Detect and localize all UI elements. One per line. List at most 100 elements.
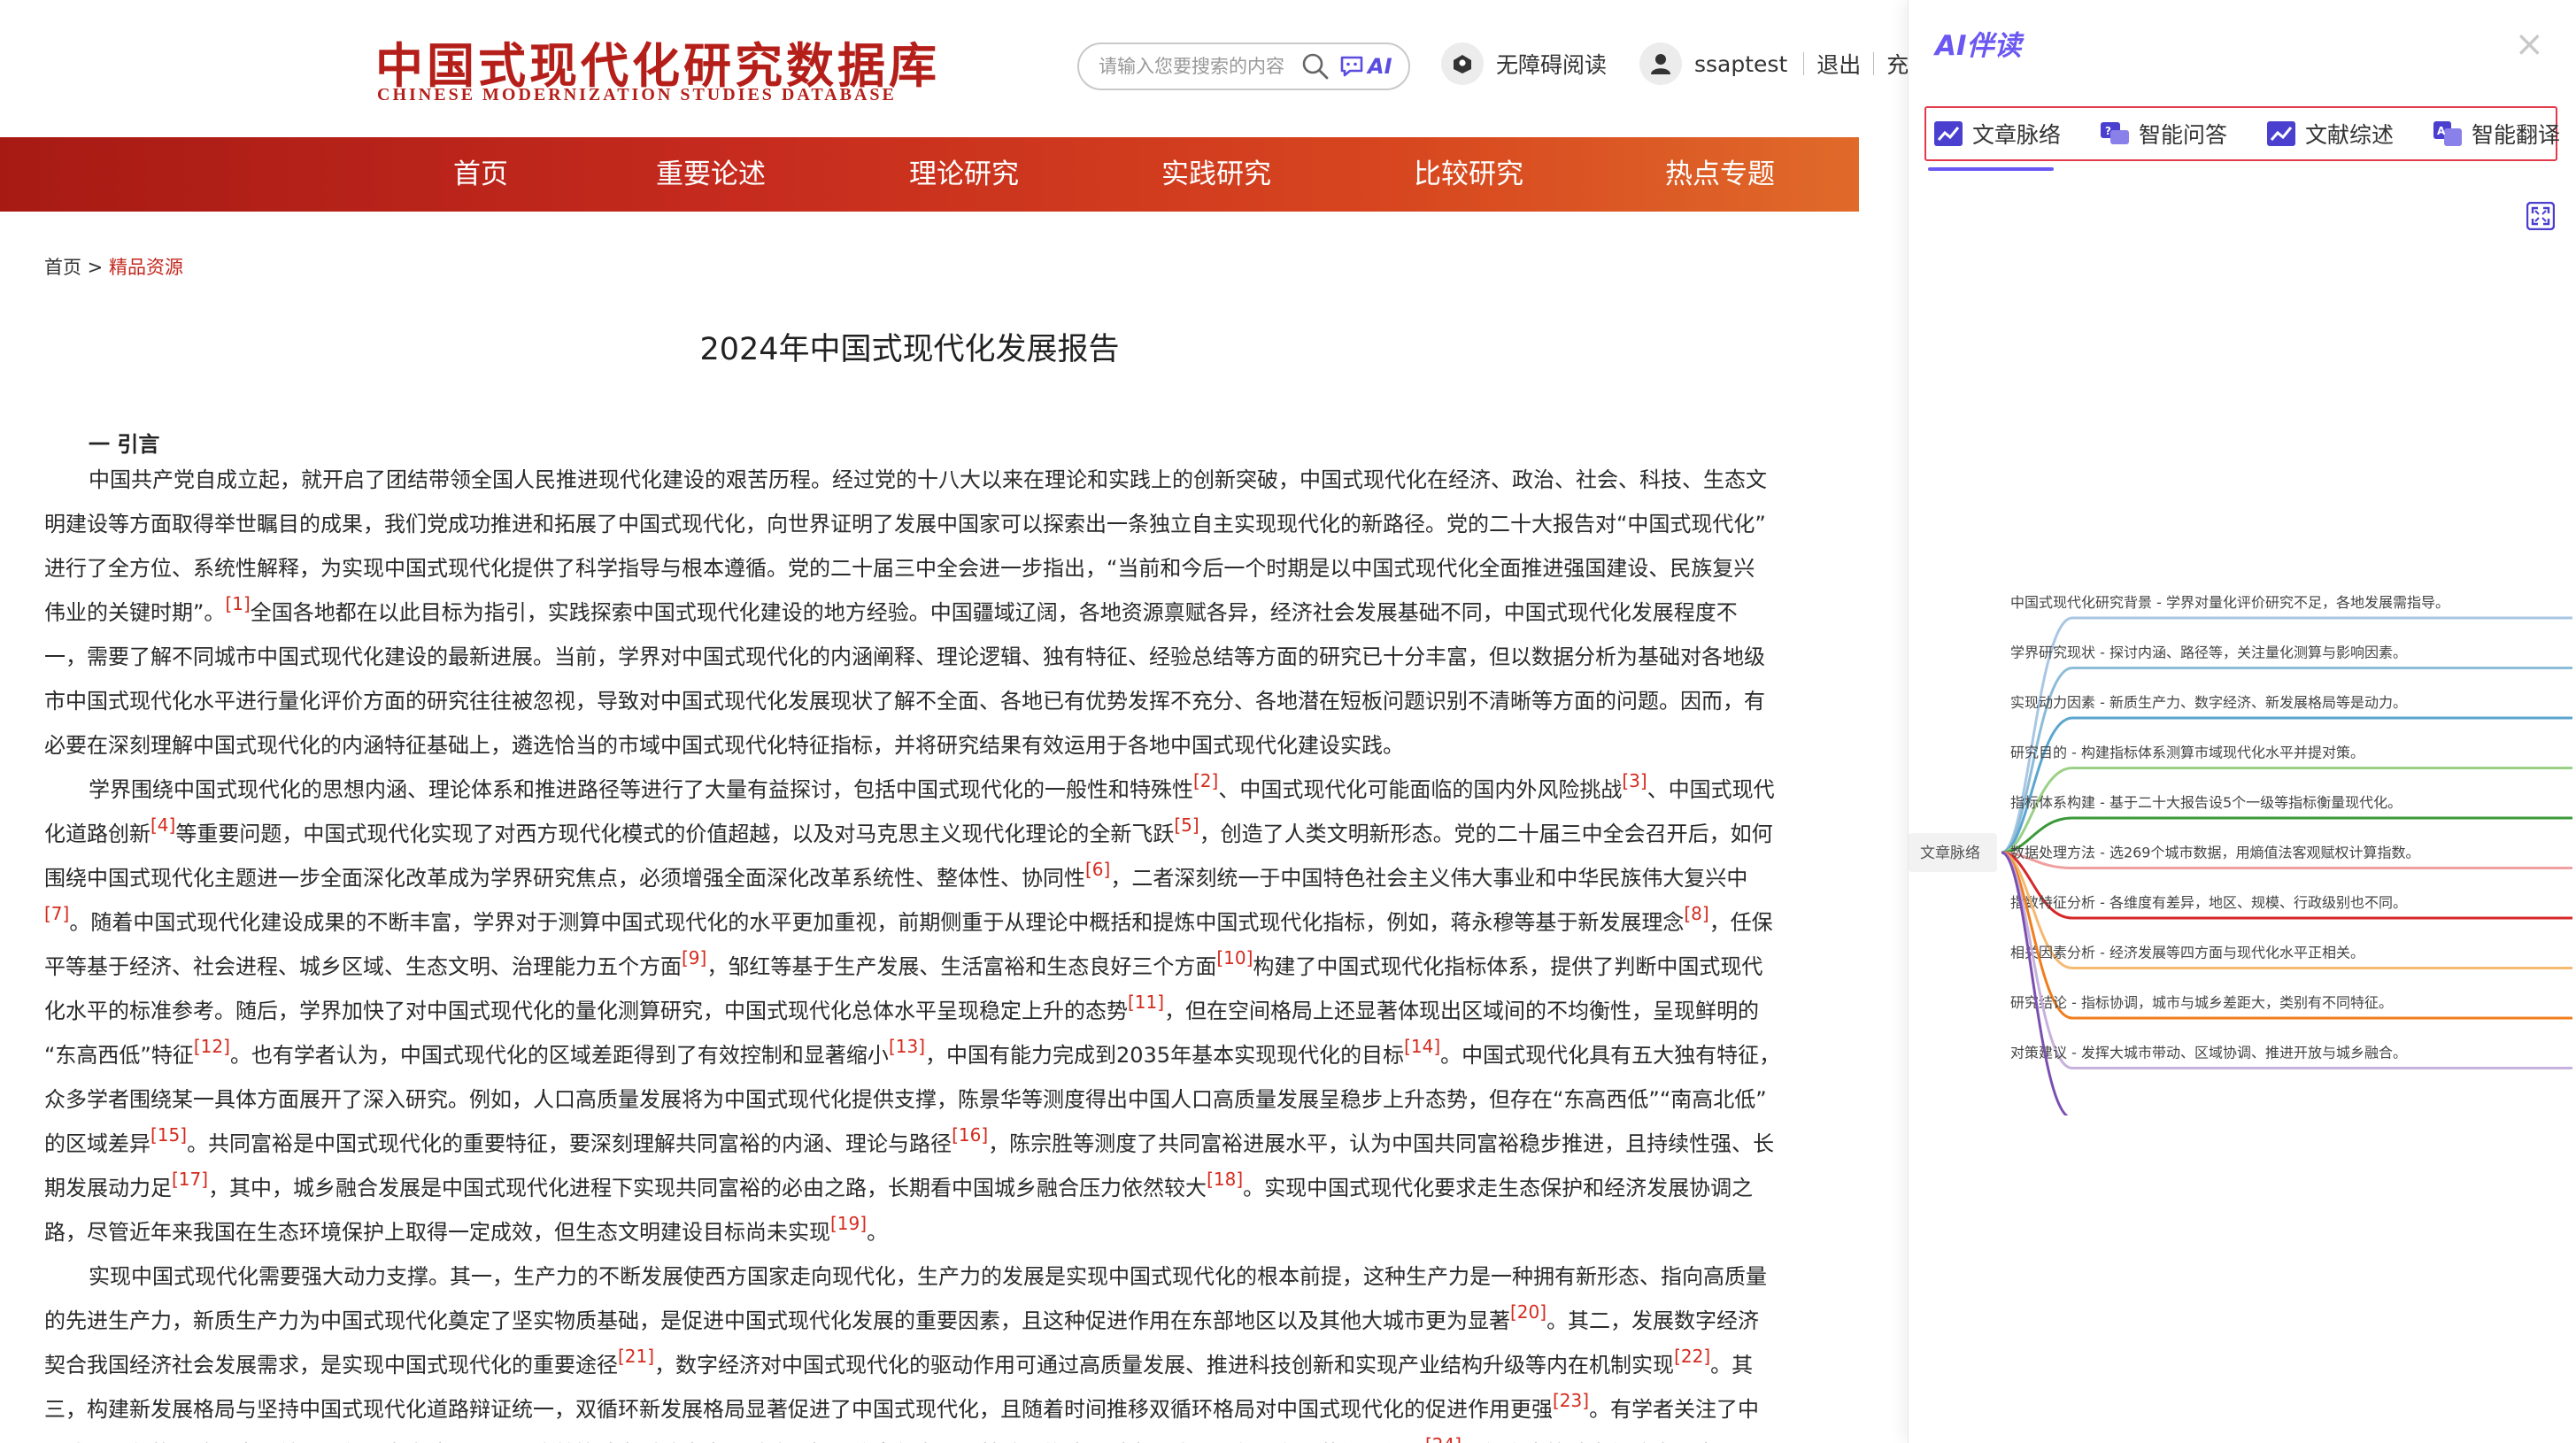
paragraph-line: 路，尽管近年来我国在生态环境保护上取得一定成效，但生态文明建设目标尚未实现[19… xyxy=(44,1210,1824,1254)
citation-link[interactable]: [3] xyxy=(1622,770,1647,791)
breadcrumb-home[interactable]: 首页 xyxy=(44,257,81,278)
paragraph-text: 明建设等方面取得举世瞩目的成果，我们党成功推进和拓展了中国式现代化，向世界证明了… xyxy=(44,512,1766,536)
paragraph-line: 必要在深刻理解中国式现代化的内涵特征基础上，遴选恰当的市域中国式现代化特征指标，… xyxy=(44,723,1824,768)
paragraph-text: 路，尽管近年来我国在生态环境保护上取得一定成效，但生态文明建设目标尚未实现 xyxy=(44,1220,830,1245)
mindmap-branch-label[interactable]: 中国式现代化研究背景 - 学界对量化评价研究不足，各地发展需指导。 xyxy=(2010,594,2449,611)
nav-practice-research[interactable]: 实践研究 xyxy=(1161,137,1271,212)
paragraph-text: 契合我国经济社会发展需求，是实现中国式现代化的重要途径 xyxy=(44,1353,618,1377)
paragraph-text: ，数字经济对中国式现代化的驱动作用可通过高质量发展、推进科技创新和实现产业结构升… xyxy=(654,1353,1675,1377)
paragraph-text: 、中国式现代化可能面临的国内外风险挑战 xyxy=(1218,777,1623,802)
nav-important-discourses[interactable]: 重要论述 xyxy=(656,137,766,212)
ai-search-button[interactable]: AI xyxy=(1339,54,1392,79)
paragraph-line: 平等基于经济、社会进程、城乡区域、生态文明、治理能力五个方面[9]，邹红等基于生… xyxy=(44,945,1824,989)
trend-chart-icon xyxy=(2267,121,2296,146)
mindmap-branch-label[interactable]: 对策建议 - 发挥大城市带动、区域协调、推进开放与城乡融合。 xyxy=(2010,1045,2407,1061)
paragraph-line: 期发展动力足[17]，其中，城乡融合发展是中国式现代化进程下实现共同富裕的必由之… xyxy=(44,1166,1824,1210)
citation-link[interactable]: [23] xyxy=(1553,1390,1589,1411)
citation-link[interactable]: [24] xyxy=(1425,1434,1462,1443)
mindmap-branch-label[interactable]: 指数特征分析 - 各维度有差异，地区、规模、行政级别也不同。 xyxy=(2010,894,2407,911)
paragraph-text: 众多学者围绕某一具体方面展开了深入研究。例如，人口高质量发展将为中国式现代化提供… xyxy=(44,1087,1767,1112)
paragraph-line: [7]。随着中国式现代化建设成果的不断丰富，学界对于测算中国式现代化的水平更加重… xyxy=(44,900,1824,945)
accessibility-button[interactable]: 无障碍阅读 xyxy=(1441,42,1607,85)
nav-home[interactable]: 首页 xyxy=(453,137,508,212)
citation-link[interactable]: [16] xyxy=(952,1124,988,1146)
search-icon[interactable] xyxy=(1300,51,1330,81)
tab-smart-qa[interactable]: ? 智能问答 xyxy=(2100,118,2227,150)
paragraph-text: 化道路创新 xyxy=(44,822,150,846)
citation-link[interactable]: [19] xyxy=(830,1213,867,1234)
citation-link[interactable]: [8] xyxy=(1684,903,1708,924)
citation-link[interactable]: [6] xyxy=(1085,859,1110,880)
tab-article-outline[interactable]: 文章脉络 xyxy=(1933,118,2061,150)
breadcrumb-current[interactable]: 精品资源 xyxy=(109,257,183,278)
mindmap-branch-label[interactable]: 实现动力因素 - 新质生产力、数字经济、新发展格局等是动力。 xyxy=(2010,694,2407,711)
paragraph-text: 的先进生产力，新质生产力为中国式现代化奠定了坚实物质基础，是促进中国式现代化发展… xyxy=(44,1308,1510,1333)
search-input[interactable] xyxy=(1099,56,1292,77)
page: 中国式现代化研究数据库 CHINESE MODERNIZATION STUDIE… xyxy=(0,0,2576,1443)
citation-link[interactable]: [4] xyxy=(150,814,175,836)
paragraph-text: 围绕中国式现代化主题进一步全面深化改革成为学界研究焦点，必须增强全面深化改革系统… xyxy=(44,866,1085,891)
citation-link[interactable]: [5] xyxy=(1174,814,1199,836)
nav-comparative-research[interactable]: 比较研究 xyxy=(1414,137,1523,212)
paragraph-text: 市中国式现代化水平进行量化评价方面的研究往往被忽视，导致对中国式现代化发展现状了… xyxy=(44,689,1765,714)
citation-link[interactable]: [15] xyxy=(150,1124,187,1146)
citation-link[interactable]: [12] xyxy=(194,1036,230,1057)
tab-smart-translate[interactable]: A 智能翻译 xyxy=(2433,118,2560,150)
paragraph-text: ，但在空间格局上还显著体现出区域间的不均衡性，呈现鲜明的 xyxy=(1164,999,1760,1023)
mindmap-branch-label[interactable]: 指标体系构建 - 基于二十大报告设5个一级等指标衡量现代化。 xyxy=(2010,794,2402,811)
fullscreen-icon[interactable] xyxy=(2526,202,2555,230)
citation-link[interactable]: [17] xyxy=(172,1169,208,1190)
mindmap-branch-label[interactable]: 学界研究现状 - 探讨内涵、路径等，关注量化测算与影响因素。 xyxy=(2010,644,2407,661)
citation-link[interactable]: [14] xyxy=(1404,1036,1440,1057)
site-header: 中国式现代化研究数据库 CHINESE MODERNIZATION STUDIE… xyxy=(0,0,1931,137)
paragraph-line: 契合我国经济社会发展需求，是实现中国式现代化的重要途径[21]，数字经济对中国式… xyxy=(44,1343,1824,1387)
paragraph-text: 一，需要了解不同城市中国式现代化建设的最新进展。当前，学界对中国式现代化的内涵阐… xyxy=(44,644,1765,669)
paragraph-line: 一，需要了解不同城市中国式现代化建设的最新进展。当前，学界对中国式现代化的内涵阐… xyxy=(44,635,1824,679)
mindmap-branch-label[interactable]: 研究结论 - 指标协调，城市与城乡差距大，类别有不同特征。 xyxy=(2010,994,2393,1011)
paragraph-text: 。共同富裕是中国式现代化的重要特征，要深刻理解共同富裕的内涵、理论与路径 xyxy=(187,1131,953,1156)
citation-link[interactable]: [13] xyxy=(889,1036,925,1057)
citation-link[interactable]: [18] xyxy=(1207,1169,1243,1190)
section-heading: 一 引言 xyxy=(89,432,160,457)
citation-link[interactable]: [1] xyxy=(225,593,250,614)
mindmap-branch-line xyxy=(2001,716,2572,854)
nav-theory-research[interactable]: 理论研究 xyxy=(909,137,1019,212)
tab-label: 文献综述 xyxy=(2305,122,2395,148)
paragraph-text: “东高西低”特征 xyxy=(44,1043,194,1068)
search-box: AI xyxy=(1077,42,1410,90)
nav-hot-topics[interactable]: 热点专题 xyxy=(1665,137,1775,212)
logout-link[interactable]: 退出 xyxy=(1816,48,1861,80)
user-avatar-icon[interactable] xyxy=(1639,42,1682,85)
mindmap-branch-label[interactable]: 数据处理方法 - 选269个城市数据，用熵值法客观赋权计算指数。 xyxy=(2010,845,2420,861)
article-title: 2024年中国式现代化发展报告 xyxy=(699,332,1120,367)
close-icon[interactable]: × xyxy=(2514,27,2544,62)
paragraph-line: 伟业的关键时期”。[1]全国各地都在以此目标为指引，实践探索中国式现代化建设的地… xyxy=(44,590,1824,635)
citation-link[interactable]: [11] xyxy=(1128,992,1164,1013)
citation-link[interactable]: [2] xyxy=(1193,770,1218,791)
citation-link[interactable]: [20] xyxy=(1510,1301,1546,1323)
svg-text:A: A xyxy=(2437,125,2446,137)
paragraph-line: 的区域差异[15]。共同富裕是中国式现代化的重要特征，要深刻理解共同富裕的内涵、… xyxy=(44,1122,1824,1166)
username[interactable]: ssaptest xyxy=(1694,51,1787,77)
tab-label: 智能翻译 xyxy=(2472,122,2561,148)
citation-link[interactable]: [7] xyxy=(44,903,69,924)
citation-link[interactable]: [22] xyxy=(1674,1346,1710,1367)
mindmap-branch-label[interactable]: 相关因素分析 - 经济发展等四方面与现代化水平正相关。 xyxy=(2010,945,2364,961)
paragraph-text: 。中国式现代化具有五大独有特征， xyxy=(1440,1043,1781,1068)
citation-link[interactable]: [10] xyxy=(1216,947,1253,968)
citation-link[interactable]: [9] xyxy=(682,947,706,968)
paragraph-text: ，其中，城乡融合发展是中国式现代化进程下实现共同富裕的必由之路，长期看中国城乡融… xyxy=(208,1176,1207,1200)
paragraph-text: 、中国式现代 xyxy=(1647,777,1775,802)
divider xyxy=(1873,52,1875,75)
mindmap-root-label: 文章脉络 xyxy=(1920,845,1980,862)
paragraph-line: 市中国式现代化水平进行量化评价方面的研究往往被忽视，导致对中国式现代化发展现状了… xyxy=(44,679,1824,723)
trend-chart-icon xyxy=(1934,121,1963,146)
accessibility-label: 无障碍阅读 xyxy=(1496,52,1608,78)
paragraph-text: 中国共产党自成立起，就开启了团结带领全国人民推进现代化建设的艰苦历程。经过党的十… xyxy=(89,467,1767,492)
paragraph-text: 实现中国式现代化需要强大动力支撑。其一，生产力的不断发展使西方国家走向现代化，生… xyxy=(89,1264,1767,1289)
mindmap-branch-label[interactable]: 研究目的 - 构建指标体系测算市域现代化水平并提对策。 xyxy=(2010,745,2364,761)
tab-literature-review[interactable]: 文献综述 xyxy=(2266,118,2394,150)
active-tab-indicator xyxy=(1928,167,2054,171)
citation-link[interactable]: [21] xyxy=(618,1346,654,1367)
site-logo-subtitle: CHINESE MODERNIZATION STUDIES DATABASE xyxy=(377,85,897,104)
